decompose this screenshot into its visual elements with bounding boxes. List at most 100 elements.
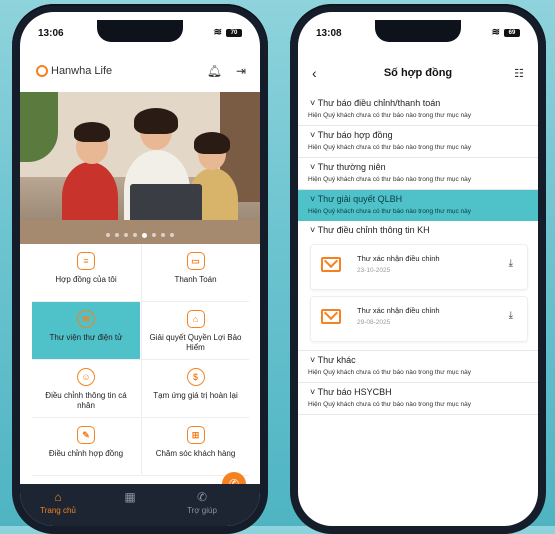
letter-section[interactable]: ˅ Thư giải quyết QLBH Hiện Quý khách chưa… [298, 190, 538, 221]
menu-item-label: Điều chỉnh thông tin cá nhân [45, 391, 127, 410]
notch [97, 20, 183, 42]
status-icons: ≋ 69 [492, 27, 520, 38]
carousel-dot[interactable] [161, 233, 165, 237]
carousel-dot[interactable] [124, 233, 128, 237]
section-title[interactable]: ˅ Thư điều chỉnh thông tin KH [298, 221, 538, 238]
notch [375, 20, 461, 42]
bell-icon[interactable]: 🔔︎ [207, 64, 222, 78]
status-icons: ≋ 70 [214, 27, 242, 38]
letter-card[interactable]: Thư xác nhận điều chỉnh 29-08-2025 ⤓ [310, 296, 528, 342]
letter-section[interactable]: ˅ Thư điều chỉnh thông tin KH Thư xác nhậ… [298, 221, 538, 351]
home-icon: ⌂ [54, 490, 62, 504]
section-empty-message: Hiện Quý khách chưa có thư báo nào trong… [298, 368, 538, 383]
right-screen: 13:08 ≋ 69 ‹ Số hợp đồng ☷ ˅ Thư báo điề… [298, 12, 538, 526]
letter-section[interactable]: ˅ Thư báo điều chỉnh/thanh toán Hiện Quý … [298, 94, 538, 126]
carousel-dot[interactable] [142, 233, 147, 238]
brand-logo: Hanwha Life [36, 65, 112, 77]
tab-Trang chủ[interactable]: ⌂ Trang chủ [28, 490, 88, 515]
section-empty-message: Hiện Quý khách chưa có thư báo nào trong… [298, 143, 538, 158]
document-icon: ≡ [77, 252, 95, 270]
menu-item-label: Thư viện thư điện tử [49, 333, 123, 342]
menu-item-label: Thanh Toán [174, 275, 217, 284]
menu-item-label: Hợp đồng của tôi [55, 275, 117, 284]
carousel-dot[interactable] [115, 233, 119, 237]
battery-icon: 69 [504, 28, 520, 37]
gift-icon: ⊞ [186, 426, 205, 444]
download-icon[interactable]: ⤓ [509, 258, 513, 269]
letter-date: 23-10-2025 [357, 267, 391, 274]
section-title[interactable]: ˅ Thư báo hợp đồng [298, 126, 538, 143]
menu-item-label: Giải quyết Quyền Lợi Bảo Hiểm [149, 333, 242, 352]
menu-item[interactable]: $ Tạm ứng giá trị hoàn lại [141, 360, 249, 418]
section-empty-message: Hiện Quý khách chưa có thư báo nào trong… [308, 208, 472, 215]
laptop-image [130, 184, 202, 224]
card-icon: ▭ [186, 252, 205, 270]
menu-item[interactable]: ✉ Thư viện thư điện tử [32, 302, 140, 360]
letter-section[interactable]: ˅ Thư khác Hiện Quý khách chưa có thư báo… [298, 351, 538, 383]
letter-section[interactable]: ˅ Thư báo hợp đồng Hiện Quý khách chưa có… [298, 126, 538, 158]
bottom-tab-bar: ⌂ Trang chủ ▦ ✆ Trợ giúp [20, 484, 260, 526]
section-title[interactable]: ˅ Thư thường niên [298, 158, 538, 175]
letter-date: 29-08-2025 [357, 319, 391, 326]
grid-icon: ▦ [124, 490, 136, 504]
section-empty-message: Hiện Quý khách chưa có thư báo nào trong… [298, 175, 538, 190]
wifi-icon: ≋ [213, 27, 222, 38]
page-header: ‹ Số hợp đồng ☷ [298, 62, 538, 86]
letter-title: Thư xác nhận điều chỉnh [357, 254, 440, 263]
edit-document-icon: ✎ [77, 426, 95, 444]
status-time: 13:06 [38, 28, 64, 39]
download-icon[interactable]: ⤓ [509, 310, 513, 321]
menu-item[interactable]: ✎ Điều chỉnh hợp đồng [32, 418, 140, 476]
tab-label: Trang chủ [40, 506, 76, 515]
carousel-indicator[interactable] [20, 233, 260, 238]
left-screen: 13:06 ≋ 70 Hanwha Life 🔔︎ ⇥ ≡ Hợp đồng c… [20, 12, 260, 526]
wifi-icon: ≋ [491, 27, 500, 38]
phone-icon: ✆ [196, 490, 208, 504]
left-phone: 13:06 ≋ 70 Hanwha Life 🔔︎ ⇥ ≡ Hợp đồng c… [12, 4, 268, 534]
tab-Trợ giúp[interactable]: ✆ Trợ giúp [172, 490, 232, 515]
carousel-dot[interactable] [170, 233, 174, 237]
tab-label: Trợ giúp [187, 506, 217, 515]
status-time: 13:08 [316, 28, 342, 39]
tab-menu[interactable]: ▦ [100, 490, 160, 506]
menu-item[interactable]: ☺ Điều chỉnh thông tin cá nhân [32, 360, 140, 418]
filter-icon[interactable]: ☷ [514, 67, 524, 80]
user-icon: ☺ [77, 368, 95, 386]
menu-item-label: Điều chỉnh hợp đồng [48, 449, 124, 458]
promo-banner[interactable] [20, 92, 260, 244]
battery-icon: 70 [226, 28, 242, 37]
right-phone: 13:08 ≋ 69 ‹ Số hợp đồng ☷ ˅ Thư báo điề… [290, 4, 546, 534]
carousel-dot[interactable] [152, 233, 156, 237]
money-icon: $ [186, 368, 205, 386]
letter-section-list: ˅ Thư báo điều chỉnh/thanh toán Hiện Quý … [298, 94, 538, 415]
envelope-icon [321, 309, 341, 324]
menu-item[interactable]: ⊞ Chăm sóc khách hàng [141, 418, 249, 476]
app-header: Hanwha Life 🔔︎ ⇥ [20, 56, 260, 88]
menu-item-label: Tạm ứng giá trị hoàn lại [153, 391, 238, 400]
page-title: Số hợp đồng [383, 67, 453, 79]
letter-section[interactable]: ˅ Thư báo HSYCBH Hiện Quý khách chưa có t… [298, 383, 538, 415]
mail-library-icon: ✉ [77, 310, 95, 328]
logo-mark-icon [36, 65, 48, 77]
brand-name: Hanwha Life [51, 65, 113, 77]
menu-item[interactable]: ▭ Thanh Toán [141, 244, 249, 302]
letter-section[interactable]: ˅ Thư thường niên Hiện Quý khách chưa có … [298, 158, 538, 190]
section-title[interactable]: ˅ Thư báo điều chỉnh/thanh toán [298, 94, 538, 111]
section-title[interactable]: ˅ Thư khác [298, 351, 538, 368]
menu-item[interactable]: ≡ Hợp đồng của tôi [32, 244, 140, 302]
section-spacer [298, 342, 538, 351]
menu-item[interactable]: ⌂ Giải quyết Quyền Lợi Bảo Hiểm [141, 302, 249, 360]
section-title[interactable]: ˅ Thư giải quyết QLBH [298, 190, 538, 207]
header-actions: 🔔︎ ⇥ [207, 64, 246, 78]
letter-card[interactable]: Thư xác nhận điều chỉnh 23-10-2025 ⤓ [310, 244, 528, 290]
menu-item-label: Chăm sóc khách hàng [155, 449, 236, 458]
carousel-dot[interactable] [106, 233, 110, 237]
section-empty-message: Hiện Quý khách chưa có thư báo nào trong… [298, 400, 538, 415]
carousel-dot[interactable] [133, 233, 137, 237]
envelope-icon [321, 257, 341, 272]
briefcase-icon: ⌂ [186, 310, 205, 328]
logout-icon[interactable]: ⇥ [236, 64, 246, 78]
section-empty-message: Hiện Quý khách chưa có thư báo nào trong… [298, 111, 538, 126]
letter-title: Thư xác nhận điều chỉnh [357, 306, 440, 315]
section-title[interactable]: ˅ Thư báo HSYCBH [298, 383, 538, 400]
